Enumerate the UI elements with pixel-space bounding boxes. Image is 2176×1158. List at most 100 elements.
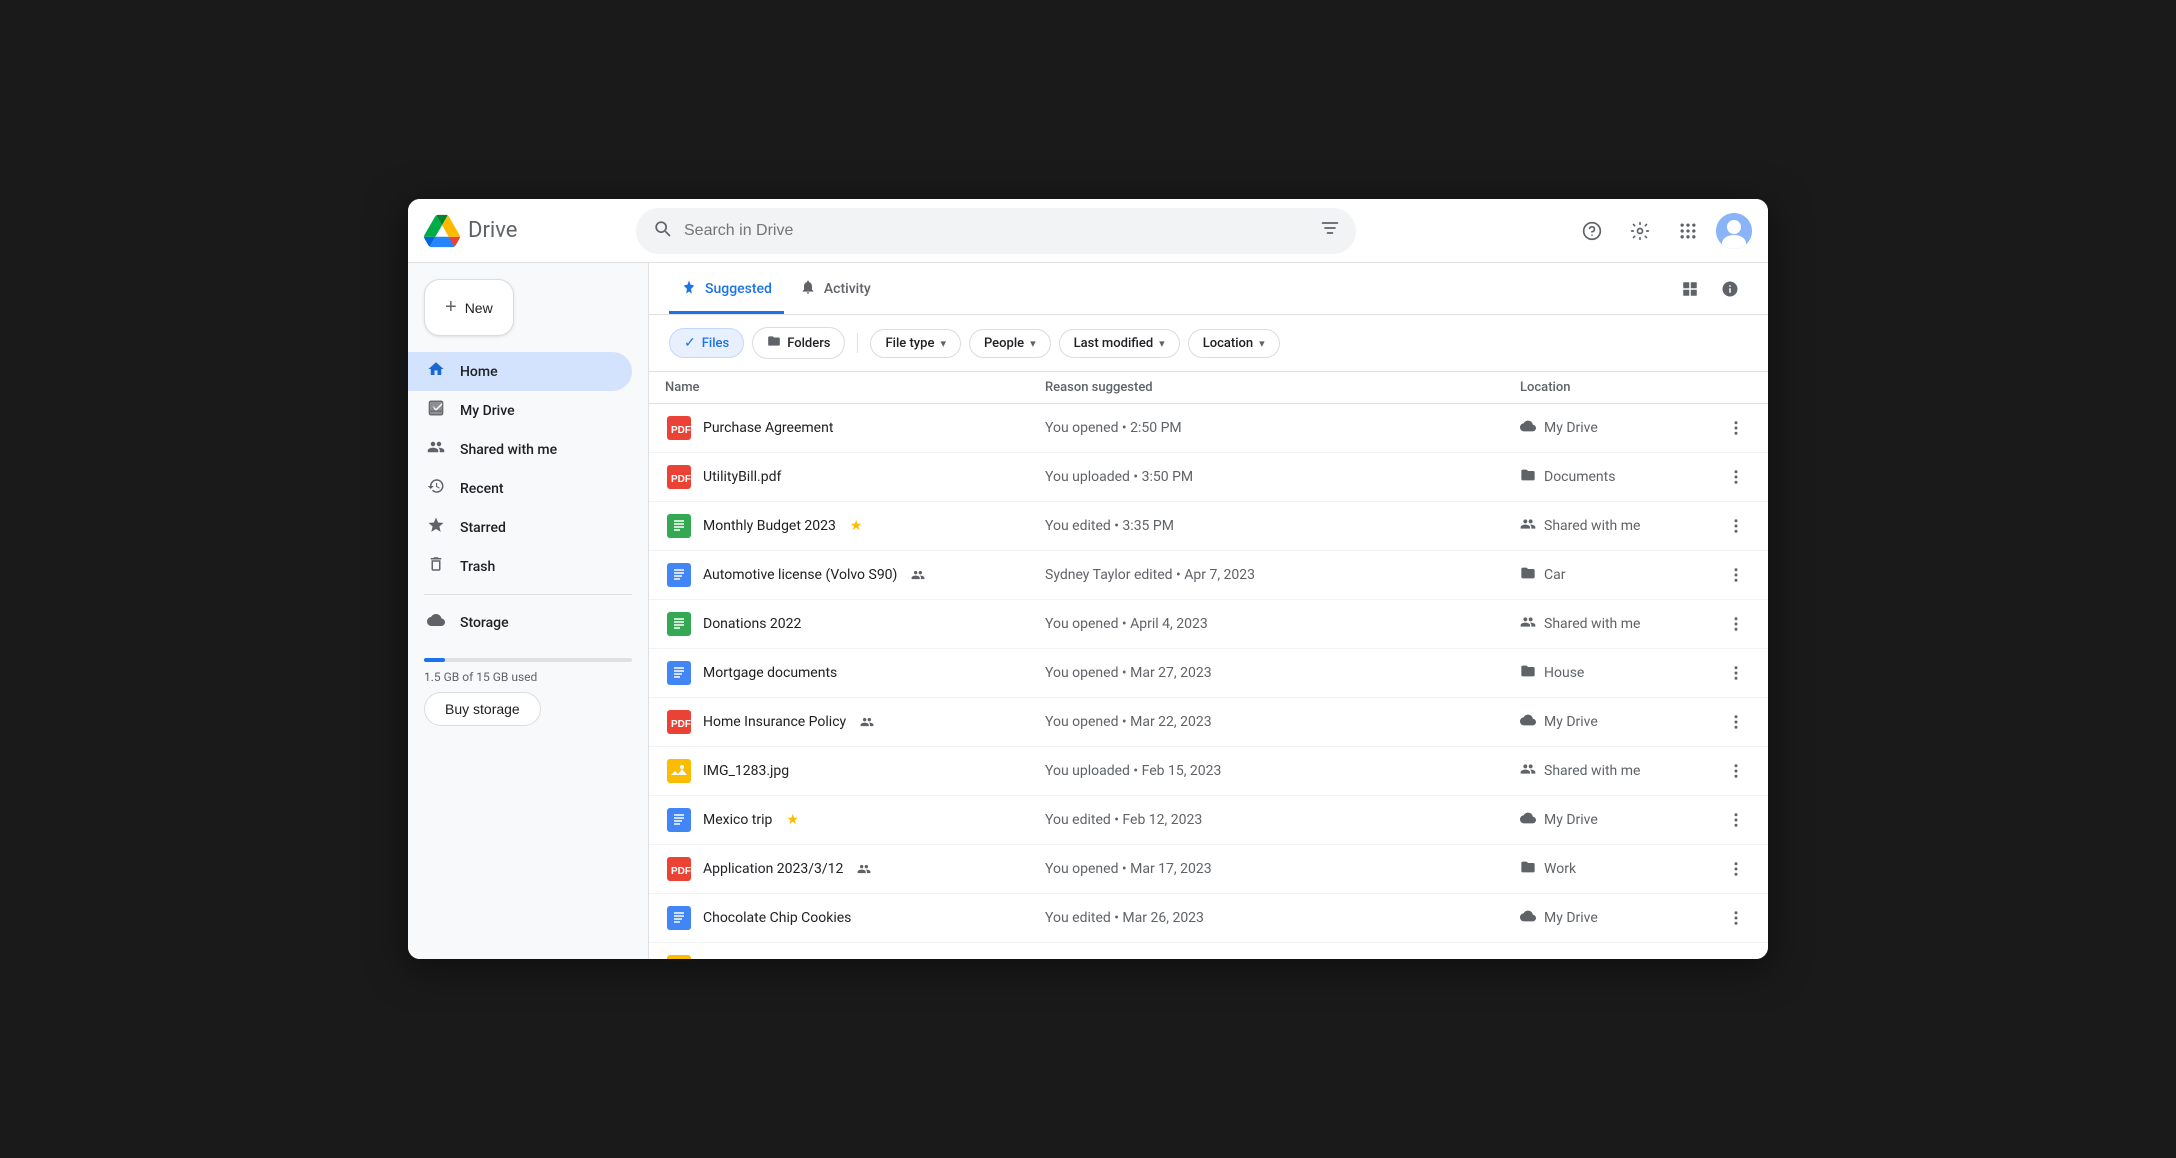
buy-storage-button[interactable]: Buy storage: [424, 692, 541, 726]
star-badge: ★: [786, 812, 799, 828]
file-location-cell: Car: [1504, 551, 1704, 600]
filter-location[interactable]: Location ▾: [1188, 329, 1280, 358]
table-row[interactable]: Mexico trip ★ You edited • Feb 12, 2023 …: [649, 796, 1768, 845]
more-options-button[interactable]: [1720, 461, 1752, 493]
table-row[interactable]: Automotive license (Volvo S90) Sydney Ta…: [649, 551, 1768, 600]
file-reason-cell: You opened • April 4, 2023: [1029, 600, 1504, 649]
file-location-cell: Shared with me: [1504, 502, 1704, 551]
file-table: Name Reason suggested Location PDF Purc: [649, 372, 1768, 959]
header-actions: [1572, 211, 1752, 251]
more-options-button[interactable]: [1720, 902, 1752, 934]
file-reason-cell: Sydney Taylor edited • Apr 7, 2023: [1029, 551, 1504, 600]
sidebar-item-trash[interactable]: Trash: [408, 547, 632, 586]
filters-bar: ✓ Files Folders File type ▾ People ▾: [649, 315, 1768, 372]
sidebar-item-label: My Drive: [460, 403, 515, 419]
table-row[interactable]: Mortgage documents You opened • Mar 27, …: [649, 649, 1768, 698]
sidebar-item-my-drive[interactable]: My Drive: [408, 391, 632, 430]
file-type-icon: [665, 512, 693, 540]
file-more-cell: [1704, 649, 1768, 698]
sidebar-divider: [424, 594, 632, 595]
tabs-right: [1672, 271, 1748, 307]
filter-file-type[interactable]: File type ▾: [870, 329, 960, 358]
file-name-cell: PDF Home Insurance Policy: [649, 698, 1029, 747]
file-reason-cell: You uploaded • 3:50 PM: [1029, 453, 1504, 502]
more-options-button[interactable]: [1720, 412, 1752, 444]
file-reason-cell: You opened • Mar 27, 2023: [1029, 649, 1504, 698]
sidebar-item-storage[interactable]: Storage: [408, 603, 632, 642]
table-row[interactable]: Monthly Budget 2023 ★ You edited • 3:35 …: [649, 502, 1768, 551]
svg-text:PDF: PDF: [671, 425, 691, 436]
filter-people[interactable]: People ▾: [969, 329, 1051, 358]
reason-text: You opened • April 4, 2023: [1045, 616, 1208, 632]
storage-section: 1.5 GB of 15 GB used Buy storage: [408, 642, 648, 742]
sidebar-item-recent[interactable]: Recent: [408, 469, 632, 508]
shared-icon: [424, 438, 448, 461]
search-bar[interactable]: [636, 208, 1356, 254]
table-row[interactable]: IMG_1283.jpg You uploaded • Feb 15, 2023…: [649, 747, 1768, 796]
sidebar: + New Home My Drive Shared with me: [408, 263, 648, 959]
star-badge: ★: [850, 518, 863, 534]
sidebar-item-label: Starred: [460, 520, 506, 536]
new-button[interactable]: + New: [424, 279, 514, 336]
location-type-icon: [1520, 810, 1536, 830]
more-options-button[interactable]: [1720, 608, 1752, 640]
location-text: House: [1544, 665, 1584, 681]
more-options-button[interactable]: [1720, 755, 1752, 787]
body: + New Home My Drive Shared with me: [408, 263, 1768, 959]
tabs-bar: Suggested Activity: [649, 263, 1768, 315]
file-name-cell: Chocolate Chip Cookies: [649, 894, 1029, 943]
filter-last-modified[interactable]: Last modified ▾: [1059, 329, 1180, 358]
table-row[interactable]: Chocolate Chip Cookies You edited • Mar …: [649, 894, 1768, 943]
file-name-text: Automotive license (Volvo S90): [703, 567, 897, 583]
people-badge: [860, 714, 874, 730]
apps-button[interactable]: [1668, 211, 1708, 251]
search-input[interactable]: [684, 222, 1308, 240]
more-options-button[interactable]: [1720, 657, 1752, 689]
file-location-cell: Work: [1504, 845, 1704, 894]
user-avatar[interactable]: [1716, 213, 1752, 249]
file-more-cell: [1704, 943, 1768, 960]
settings-button[interactable]: [1620, 211, 1660, 251]
filter-files[interactable]: ✓ Files: [669, 328, 744, 358]
table-row[interactable]: PDF UtilityBill.pdf You uploaded • 3:50 …: [649, 453, 1768, 502]
people-badge: [857, 861, 871, 877]
sidebar-item-label: Trash: [460, 559, 495, 575]
file-name-text: Home Insurance Policy: [703, 714, 846, 730]
more-options-button[interactable]: [1720, 559, 1752, 591]
table-row[interactable]: PDF Home Insurance Policy You opened • M…: [649, 698, 1768, 747]
sidebar-item-label: Storage: [460, 615, 509, 631]
filter-label: Folders: [787, 336, 830, 351]
tab-suggested[interactable]: Suggested: [669, 263, 784, 314]
sidebar-item-shared[interactable]: Shared with me: [408, 430, 632, 469]
main-content: Suggested Activity: [648, 263, 1768, 959]
recent-icon: [424, 477, 448, 500]
filter-folders[interactable]: Folders: [752, 327, 845, 359]
more-options-button[interactable]: [1720, 510, 1752, 542]
more-options-button[interactable]: [1720, 951, 1752, 959]
location-type-icon: [1520, 614, 1536, 634]
search-filter-icon[interactable]: [1320, 218, 1340, 243]
info-button[interactable]: [1712, 271, 1748, 307]
more-options-button[interactable]: [1720, 804, 1752, 836]
grid-view-button[interactable]: [1672, 271, 1708, 307]
location-type-icon: [1520, 663, 1536, 683]
svg-text:PDF: PDF: [671, 474, 691, 485]
sidebar-item-starred[interactable]: Starred: [408, 508, 632, 547]
more-options-button[interactable]: [1720, 706, 1752, 738]
tab-activity[interactable]: Activity: [788, 263, 883, 314]
file-name-cell: IMG_1283.jpg: [649, 747, 1029, 796]
filter-label: Location: [1203, 336, 1253, 351]
table-row[interactable]: PDF Application 2023/3/12 You opened • M…: [649, 845, 1768, 894]
check-icon: ✓: [684, 335, 696, 351]
col-header-location: Location: [1504, 372, 1704, 404]
file-type-icon: [665, 904, 693, 932]
more-options-button[interactable]: [1720, 853, 1752, 885]
table-row[interactable]: PDF Purchase Agreement You opened • 2:50…: [649, 404, 1768, 453]
svg-text:PDF: PDF: [671, 719, 691, 730]
help-button[interactable]: [1572, 211, 1612, 251]
home-icon: [424, 360, 448, 383]
file-location-cell: My Drive: [1504, 796, 1704, 845]
table-row[interactable]: 2021-1507 ★ You edited • 6:25 PM Documen…: [649, 943, 1768, 960]
sidebar-item-home[interactable]: Home: [408, 352, 632, 391]
table-row[interactable]: Donations 2022 You opened • April 4, 202…: [649, 600, 1768, 649]
